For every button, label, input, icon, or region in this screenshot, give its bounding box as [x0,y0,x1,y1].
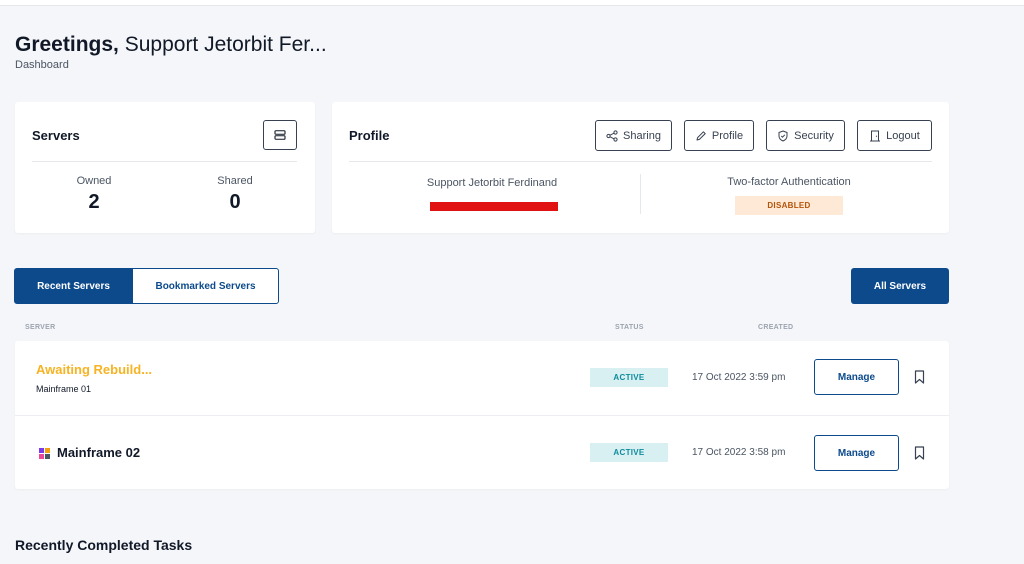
created-date: 17 Oct 2022 3:58 pm [692,447,786,458]
profile-card-title: Profile [349,128,390,143]
profile-card: Profile Sharing Profile Security Logout [332,102,949,233]
servers-card-divider [32,161,297,162]
manage-button[interactable]: Manage [814,359,899,395]
bookmark-icon[interactable] [912,369,926,385]
servers-table: Awaiting Rebuild... Mainframe 01 ACTIVE … [15,341,949,489]
profile-button[interactable]: Profile [684,120,754,151]
servers-card-title: Servers [32,128,80,143]
server-game-icon [38,447,51,460]
tab-recent-servers[interactable]: Recent Servers [14,268,133,304]
servers-card: Servers Owned 2 Shared 0 [15,102,315,233]
breadcrumb: Dashboard [15,59,69,71]
two-factor-status-badge: DISABLED [735,196,843,215]
shield-icon [778,129,788,142]
tab-bookmarked-servers[interactable]: Bookmarked Servers [132,268,279,304]
two-factor-label: Two-factor Authentication [727,176,851,188]
security-button[interactable]: Security [766,120,845,151]
all-servers-button[interactable]: All Servers [851,268,949,304]
shared-count: 0 [229,191,241,213]
column-header-server: SERVER [25,324,56,331]
door-icon [870,130,881,141]
status-badge: ACTIVE [590,443,668,462]
greeting-prefix: Greetings, [15,33,119,56]
owned-count: 2 [88,191,100,213]
created-date: 17 Oct 2022 3:59 pm [692,372,786,383]
pencil-icon [696,130,706,140]
sharing-button[interactable]: Sharing [595,120,672,151]
user-name: Support Jetorbit Fer... [124,33,327,56]
manage-button[interactable]: Manage [814,435,899,471]
top-bar [0,0,1024,6]
servers-icon-button[interactable] [263,120,297,150]
server-subtitle: Mainframe 01 [36,384,92,394]
logout-button[interactable]: Logout [857,120,932,151]
redacted-email [430,202,558,211]
profile-button-label: Profile [711,129,744,142]
share-icon [606,129,618,142]
logout-button-label: Logout [886,129,920,142]
server-title[interactable]: Awaiting Rebuild... [36,362,152,377]
column-header-created: CREATED [758,324,794,331]
bookmark-icon[interactable] [912,445,926,461]
status-badge: ACTIVE [590,368,668,387]
recently-completed-tasks-heading: Recently Completed Tasks [15,537,193,553]
profile-card-divider [349,161,932,162]
sharing-button-label: Sharing [623,129,661,142]
server-icon [274,130,286,140]
profile-full-name: Support Jetorbit Ferdinand [426,177,558,189]
table-row[interactable]: Awaiting Rebuild... Mainframe 01 ACTIVE … [15,341,949,415]
profile-vertical-divider [640,174,641,214]
shared-label: Shared [217,175,253,187]
page-title: Greetings, Support Jetorbit Fer... [15,33,327,57]
server-title[interactable]: Mainframe 02 [57,445,140,460]
column-header-status: STATUS [615,324,644,331]
security-button-label: Security [794,129,834,142]
table-row[interactable]: Mainframe 02 ACTIVE 17 Oct 2022 3:58 pm … [15,415,949,489]
owned-label: Owned [76,175,112,187]
